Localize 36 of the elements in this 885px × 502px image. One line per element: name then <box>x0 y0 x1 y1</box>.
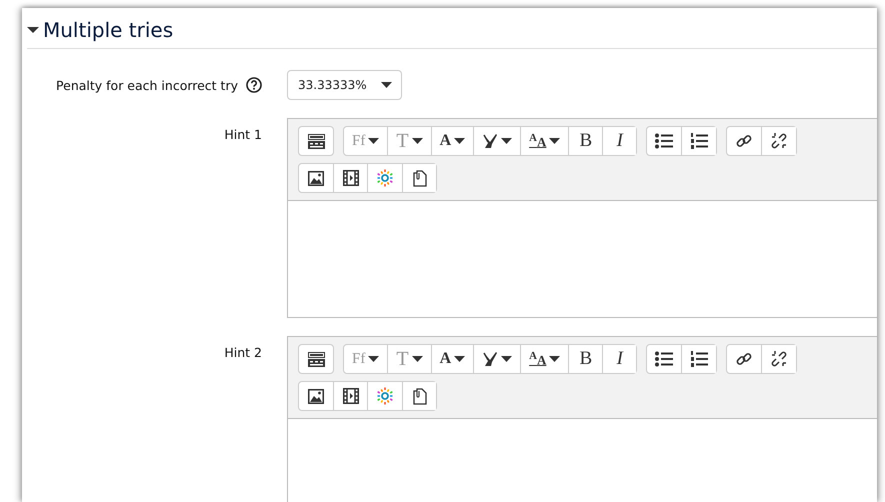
numbered-list-button[interactable] <box>681 127 716 155</box>
numbered-list-icon <box>690 351 708 367</box>
numbered-list-button[interactable] <box>681 345 716 373</box>
link-icon <box>736 133 752 149</box>
film-icon <box>342 388 358 404</box>
unlink-icon <box>770 132 788 150</box>
files-button[interactable] <box>402 164 436 192</box>
burst-icon <box>376 387 394 405</box>
film-icon <box>342 170 358 186</box>
italic-button[interactable]: I <box>602 127 636 155</box>
collapse-caret-icon[interactable] <box>27 24 39 36</box>
burst-icon <box>376 169 394 187</box>
toolbar-toggle-icon <box>308 134 324 148</box>
numbered-list-icon <box>690 133 708 149</box>
file-icon <box>412 388 426 404</box>
text-editor[interactable]: Ff T A $^{A}$A B I <box>287 336 877 502</box>
help-icon[interactable] <box>246 77 262 93</box>
link-icon <box>736 351 752 367</box>
files-button[interactable] <box>402 382 436 410</box>
image-icon <box>308 170 324 186</box>
image-icon <box>308 388 324 404</box>
caret-icon <box>380 82 392 88</box>
unlink-button[interactable] <box>761 345 796 373</box>
field-label: Hint 2 <box>224 345 262 360</box>
penalty-dropdown[interactable]: 33.33333% <box>287 70 402 100</box>
section-title: Multiple tries <box>43 18 174 42</box>
unlink-icon <box>770 350 788 368</box>
unlink-button[interactable] <box>761 127 796 155</box>
field-label: Penalty for each incorrect try <box>56 78 238 92</box>
bullet-list-icon <box>655 133 674 149</box>
text-editor[interactable]: Ff T A $^{A}$A B I <box>287 118 877 318</box>
field-label: Hint 1 <box>224 127 262 142</box>
file-icon <box>412 170 426 186</box>
bullet-list-icon <box>655 351 674 367</box>
toolbar-toggle-icon <box>308 352 324 366</box>
italic-button[interactable]: I <box>602 345 636 373</box>
